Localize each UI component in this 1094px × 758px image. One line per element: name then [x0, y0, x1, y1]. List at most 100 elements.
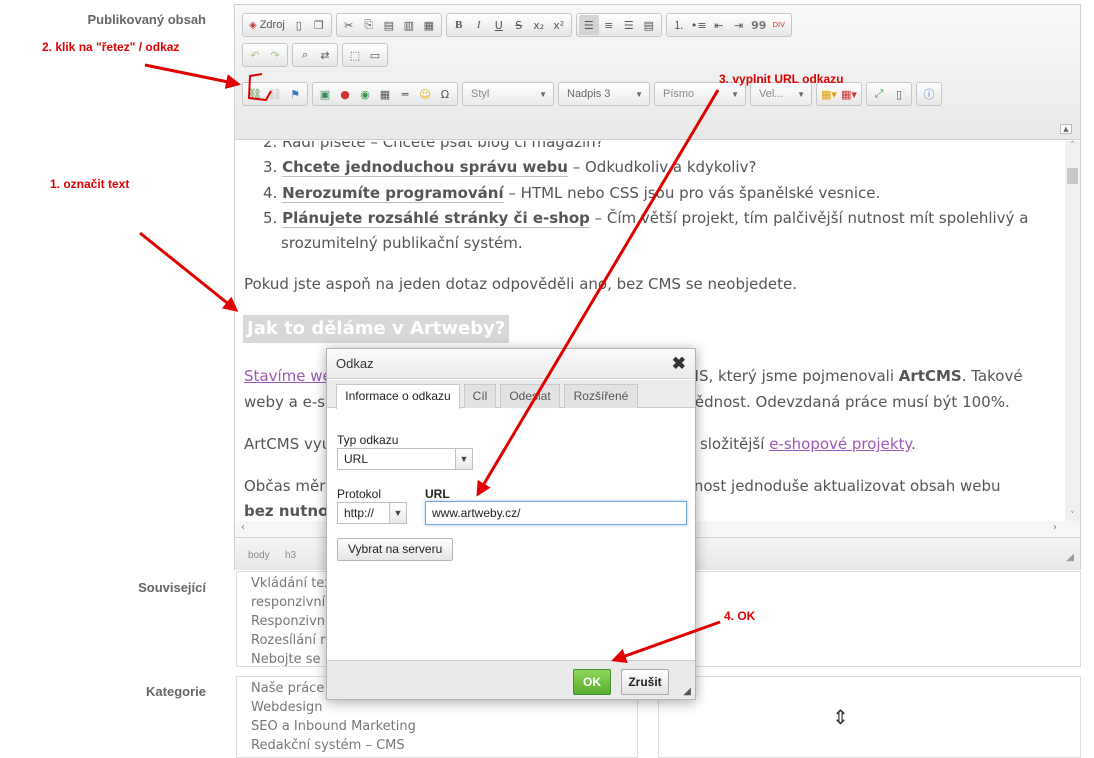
- outdent-icon[interactable]: ⇤: [709, 15, 729, 35]
- tab-link-info[interactable]: Informace o odkazu: [336, 384, 460, 409]
- redo-icon[interactable]: ↷: [265, 45, 285, 65]
- toolbar-group-about: ⓘ: [916, 82, 942, 106]
- paste-text-icon[interactable]: ▥: [399, 15, 419, 35]
- tab-target[interactable]: Cíl: [464, 384, 496, 408]
- strike-button[interactable]: S: [509, 15, 529, 35]
- tab-advanced[interactable]: Rozšířené: [564, 384, 638, 408]
- path-h3[interactable]: h3: [285, 550, 296, 561]
- style-combo[interactable]: Styl ▼: [462, 82, 554, 106]
- source-label: Zdroj: [259, 19, 285, 31]
- collapse-toolbar-button[interactable]: ▲: [1060, 124, 1072, 134]
- templates-icon[interactable]: ❐: [309, 15, 329, 35]
- related-label: Související: [138, 580, 206, 595]
- align-center-icon[interactable]: ≡: [599, 15, 619, 35]
- arrow-step2: [144, 63, 241, 89]
- close-icon[interactable]: ✖: [672, 354, 686, 374]
- link-text[interactable]: Stavíme we: [244, 367, 332, 385]
- toolbar-row-2: ↶ ↷ ⌕ ⇄ ⬚ ▭: [242, 41, 388, 69]
- bold-text: ArtCMS: [898, 367, 962, 385]
- blockquote-icon[interactable]: 99: [749, 15, 769, 35]
- italic-button[interactable]: I: [469, 15, 489, 35]
- dialog-footer: OK Zrušit ◢: [327, 660, 695, 699]
- align-right-icon[interactable]: ☰: [619, 15, 639, 35]
- path-body[interactable]: body: [248, 550, 270, 561]
- list-item[interactable]: SEO a Inbound Marketing: [237, 717, 637, 736]
- scroll-right-icon[interactable]: ›: [1053, 522, 1057, 533]
- horizontal-line-icon[interactable]: ═: [395, 84, 415, 104]
- find-icon[interactable]: ⌕: [295, 45, 315, 65]
- div-icon[interactable]: DIV: [769, 15, 789, 35]
- anchor-flag-icon[interactable]: ⚑: [285, 84, 305, 104]
- selected-heading: Jak to děláme v Artweby?: [243, 315, 510, 343]
- list-item[interactable]: Redakční systém – CMS: [237, 736, 637, 755]
- dialog-tabs: Informace o odkazu Cíl Odeslat Rozšířené: [327, 380, 695, 409]
- dialog-resize-icon[interactable]: ◢: [683, 686, 691, 697]
- scroll-down-icon[interactable]: ˅: [1065, 511, 1080, 521]
- protocol-value: http://: [344, 506, 375, 520]
- image-icon[interactable]: ▣: [315, 84, 335, 104]
- copy-icon[interactable]: ⎘: [359, 15, 379, 35]
- flash-icon[interactable]: ●: [335, 84, 355, 104]
- category-selected-list[interactable]: ⇕: [658, 676, 1081, 758]
- toolbar-group-find: ⌕ ⇄: [292, 43, 338, 67]
- scrollbar-thumb[interactable]: [1067, 168, 1078, 184]
- link-type-select[interactable]: URL ▼: [337, 448, 473, 470]
- paragraph-fragment: MS, který jsme pojmenovali ArtCMS. Takov…: [686, 367, 1023, 385]
- format-combo[interactable]: Nadpis 3 ▼: [558, 82, 650, 106]
- align-left-icon[interactable]: ☰: [578, 15, 599, 35]
- select-all-icon[interactable]: ⬚: [345, 45, 365, 65]
- list-item[interactable]: Webdesign: [237, 698, 637, 717]
- tab-upload[interactable]: Odeslat: [500, 384, 560, 408]
- smiley-icon[interactable]: ☺: [415, 84, 435, 104]
- preview-icon[interactable]: ▯: [289, 15, 309, 35]
- subscript-button[interactable]: x₂: [529, 15, 549, 35]
- list-item: 2. Rádi píšete – Chcete psát blog či mag…: [263, 141, 604, 151]
- category-label: Kategorie: [146, 684, 206, 699]
- url-label: URL: [425, 487, 450, 501]
- vertical-scrollbar[interactable]: ˄ ˅: [1065, 141, 1080, 521]
- bold-button[interactable]: B: [449, 15, 469, 35]
- link-chain-icon[interactable]: ⛓: [245, 84, 265, 104]
- paste-icon[interactable]: ▤: [379, 15, 399, 35]
- replace-icon[interactable]: ⇄: [315, 45, 335, 65]
- paragraph: weby a e-s: [244, 393, 326, 411]
- cut-icon[interactable]: ✂: [339, 15, 359, 35]
- toolbar-group-links: ⛓ ⛓ ⚑: [242, 82, 308, 106]
- bulleted-list-icon[interactable]: •≡: [689, 15, 709, 35]
- link-text[interactable]: e-shopové projekty: [769, 435, 911, 453]
- iframe-icon[interactable]: ◉: [355, 84, 375, 104]
- underline-button[interactable]: U: [489, 15, 509, 35]
- protocol-select[interactable]: http:// ▼: [337, 502, 407, 524]
- browse-server-button[interactable]: Vybrat na serveru: [337, 538, 454, 561]
- bg-color-icon[interactable]: ▦▾: [839, 84, 859, 104]
- annotation-step4: 4. OK: [724, 609, 756, 623]
- paste-word-icon[interactable]: ▦: [419, 15, 439, 35]
- superscript-button[interactable]: x²: [549, 15, 569, 35]
- ok-button[interactable]: OK: [573, 669, 611, 695]
- indent-icon[interactable]: ⇥: [729, 15, 749, 35]
- toolbar-group-undo: ↶ ↷: [242, 43, 288, 67]
- url-input[interactable]: www.artweby.cz/: [425, 501, 687, 525]
- source-button[interactable]: ◈ Zdroj: [245, 15, 289, 35]
- resize-handle-icon[interactable]: ◢: [1066, 552, 1074, 563]
- maximize-icon[interactable]: ⤢: [869, 84, 889, 104]
- style-combo-label: Styl: [471, 88, 490, 100]
- info-icon[interactable]: ⓘ: [919, 84, 939, 104]
- text: MS, který jsme pojmenovali: [686, 367, 894, 385]
- related-selected-list[interactable]: [658, 571, 1081, 667]
- text-color-icon[interactable]: ▦▾: [819, 84, 839, 104]
- numbered-list-icon[interactable]: ⒈: [669, 15, 689, 35]
- scroll-up-icon[interactable]: ˄: [1065, 141, 1080, 151]
- table-icon[interactable]: ▦: [375, 84, 395, 104]
- text: .: [911, 435, 916, 453]
- scroll-left-icon[interactable]: ‹: [241, 522, 245, 533]
- show-blocks-icon[interactable]: ▯: [889, 84, 909, 104]
- chevron-down-icon: ▼: [389, 503, 406, 523]
- undo-icon[interactable]: ↶: [245, 45, 265, 65]
- align-justify-icon[interactable]: ▤: [639, 15, 659, 35]
- cancel-button[interactable]: Zrušit: [621, 669, 669, 695]
- special-char-icon[interactable]: Ω: [435, 84, 455, 104]
- unlink-icon[interactable]: ⛓: [265, 84, 285, 104]
- spellcheck-icon[interactable]: ▭: [365, 45, 385, 65]
- dialog-title: Odkaz: [327, 349, 695, 379]
